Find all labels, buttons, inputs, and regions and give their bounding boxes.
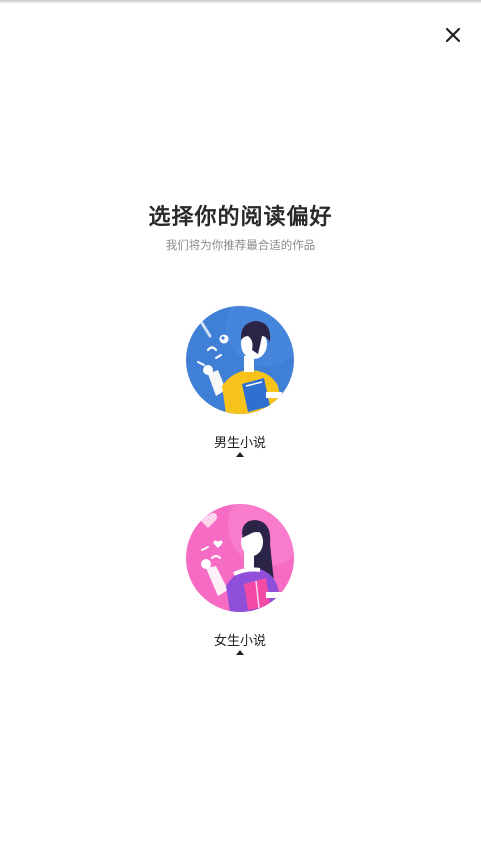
male-reader-illustration	[186, 306, 294, 414]
top-edge-shadow	[0, 0, 481, 3]
female-reader-illustration	[186, 504, 294, 612]
option-male-label: 男生小说	[213, 436, 266, 451]
page-subtitle: 我们将为你推荐最合适的作品	[165, 238, 316, 252]
page-title: 选择你的阅读偏好	[148, 205, 333, 230]
caret-up-icon	[236, 650, 244, 655]
caret-up-icon	[236, 452, 244, 457]
close-button[interactable]	[438, 20, 468, 50]
option-female-label: 女生小说	[213, 634, 266, 649]
close-icon	[445, 27, 461, 43]
